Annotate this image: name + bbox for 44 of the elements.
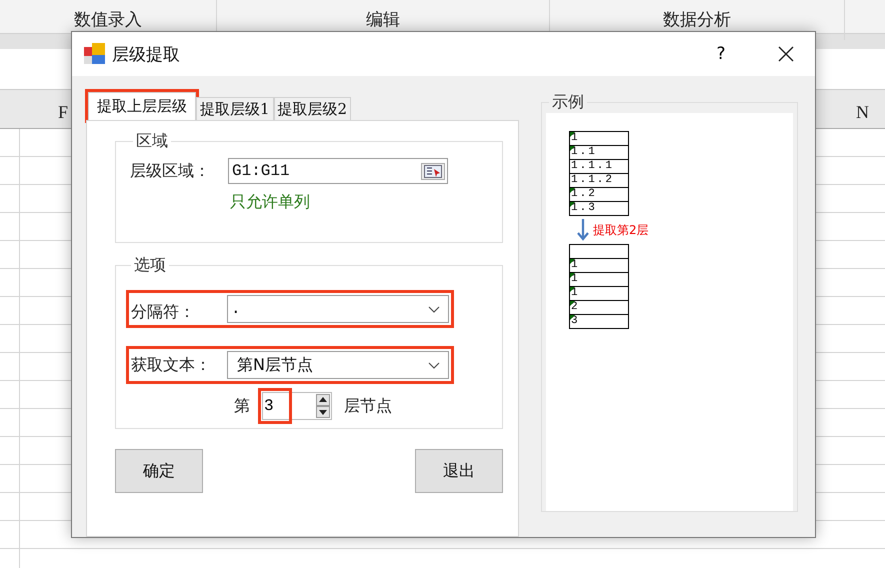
tab[interactable]: 提取上层层级	[88, 92, 196, 120]
table-cell: 1.3	[570, 201, 628, 215]
spin-up-icon[interactable]	[316, 394, 330, 406]
column-header: F	[58, 102, 68, 123]
field-label: 分隔符：	[131, 302, 196, 323]
table-cell: 1.1.2	[570, 173, 628, 187]
table-cell: 1.1	[570, 145, 628, 159]
tab[interactable]: 提取层级1	[196, 97, 274, 120]
field-label: 层节点	[344, 396, 392, 416]
caption-text: 提取第2层	[593, 222, 649, 238]
spin-down-icon[interactable]	[316, 406, 330, 418]
text-mode-dropdown[interactable]: 第N层节点	[227, 351, 449, 379]
range-input-field[interactable]: G1:G11	[228, 158, 448, 184]
group-title: 区域	[135, 131, 169, 152]
table-cell-text: 1	[570, 132, 581, 145]
range-select-icon	[424, 164, 442, 178]
range-picker-button[interactable]	[421, 162, 445, 180]
table-cell: 1.1.1	[570, 159, 628, 173]
group-title: 选项	[133, 255, 167, 276]
field-label: 第	[234, 396, 250, 416]
field-value: .	[231, 300, 241, 318]
dialog-button[interactable]: 确定	[115, 449, 203, 493]
close-icon	[778, 46, 794, 62]
group-title: 示例	[551, 92, 585, 113]
table-cell: 1.2	[570, 187, 628, 201]
table-cell: 1	[570, 258, 628, 272]
field-value: G1:G11	[232, 162, 290, 180]
chevron-down-icon	[428, 362, 440, 368]
field-value: 第N层节点	[237, 354, 313, 376]
help-button[interactable]: ?	[701, 43, 741, 65]
dialog-button[interactable]: 退出	[415, 449, 503, 493]
field-label: 获取文本：	[131, 354, 212, 376]
table-cell: 1	[570, 272, 628, 286]
spinner-value: 3	[258, 388, 292, 424]
arrow-down-icon	[577, 219, 589, 241]
tab[interactable]: 提取层级2	[274, 97, 352, 120]
field-label: 层级区域：	[130, 160, 211, 182]
table-cell: 1	[570, 286, 628, 300]
app-icon	[84, 43, 106, 65]
chevron-down-icon	[428, 306, 440, 312]
column-header: N	[856, 102, 869, 123]
hint-text: 只允许单列	[230, 192, 311, 213]
dialog-title: 层级提取	[112, 44, 180, 66]
separator-dropdown[interactable]: .	[227, 295, 449, 323]
